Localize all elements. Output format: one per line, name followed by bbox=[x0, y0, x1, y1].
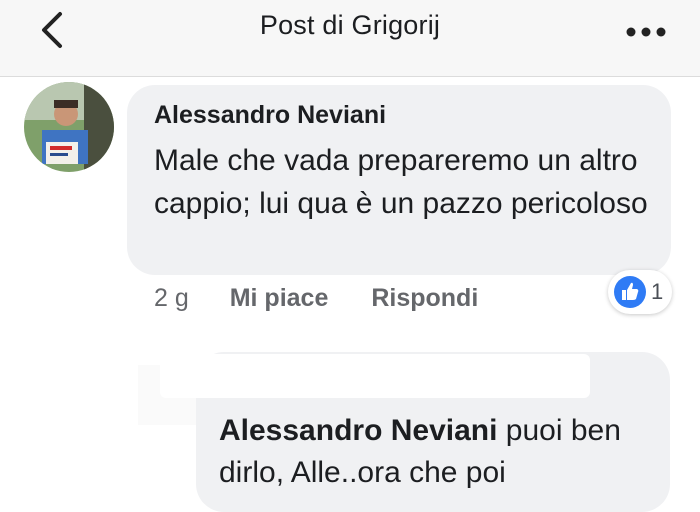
like-button[interactable]: Mi piace bbox=[230, 284, 329, 313]
comment-actions: 2 g Mi piace Rispondi bbox=[154, 284, 478, 313]
reply-text: Alessandro Neviani puoi ben dirlo, Alle.… bbox=[219, 410, 659, 494]
mention-link[interactable]: Alessandro Neviani bbox=[219, 414, 497, 447]
comment-age: 2 g bbox=[154, 284, 189, 312]
thumbs-up-icon bbox=[614, 276, 646, 308]
redacted-area bbox=[160, 354, 590, 398]
reaction-count: 1 bbox=[651, 279, 664, 304]
comment-text: Male che vada prepareremo un altro cappi… bbox=[154, 144, 648, 220]
avatar[interactable] bbox=[24, 82, 114, 172]
ellipsis-icon[interactable] bbox=[624, 26, 668, 38]
profile-photo-image bbox=[24, 82, 114, 172]
reaction-summary[interactable]: 1 bbox=[608, 270, 672, 314]
top-navigation-bar: Post di Grigorij bbox=[0, 0, 700, 77]
page-title: Post di Grigorij bbox=[259, 10, 441, 40]
reply-button[interactable]: Rispondi bbox=[371, 284, 478, 313]
comment-author[interactable]: Alessandro Neviani bbox=[154, 101, 386, 130]
